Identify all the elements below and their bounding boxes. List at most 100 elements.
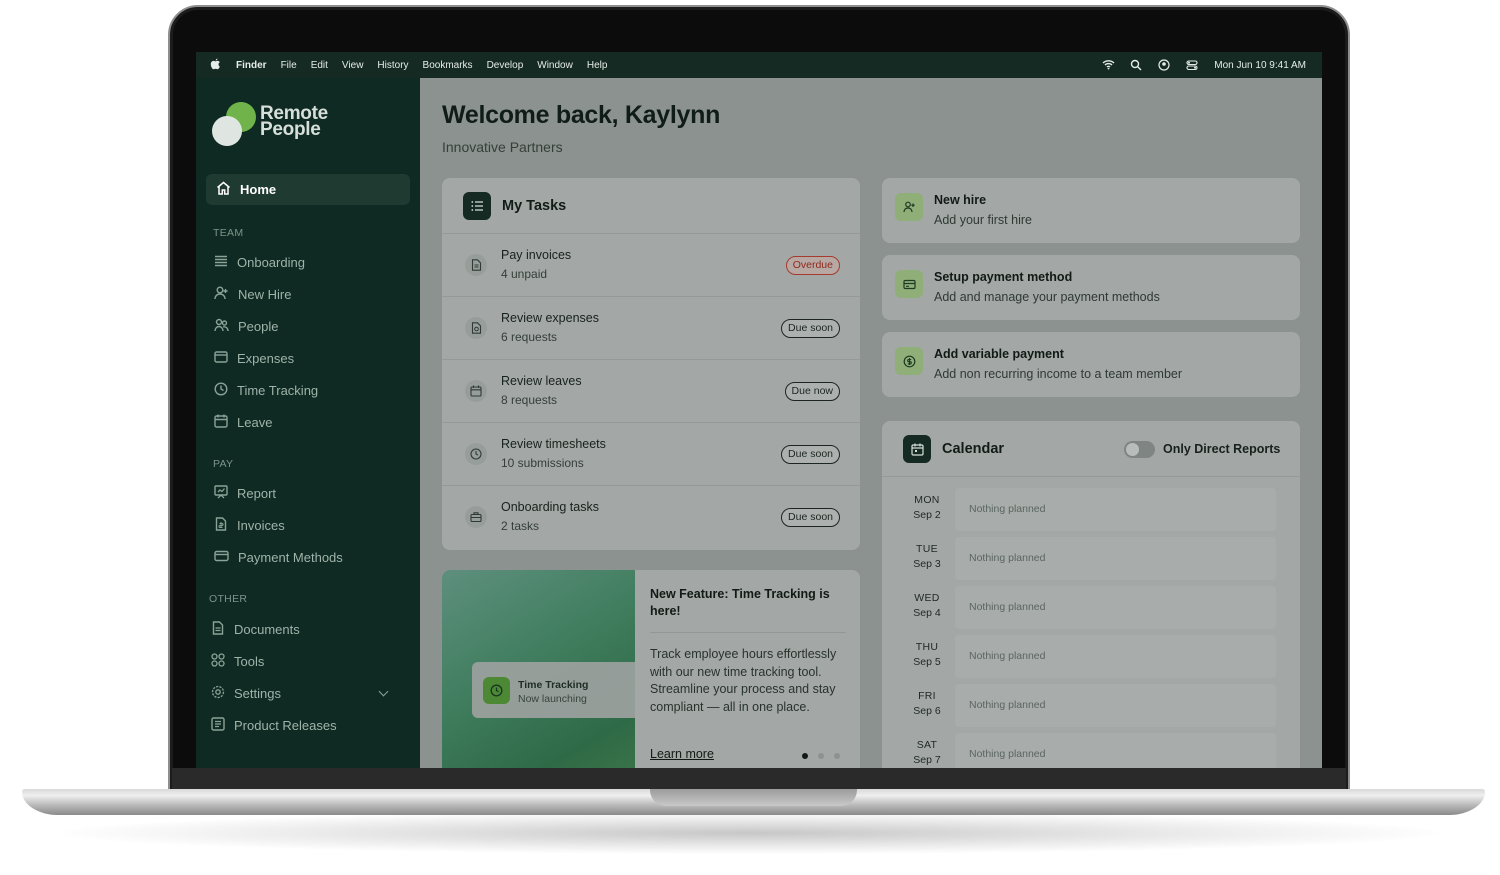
status-badge: Due soon [781, 508, 840, 527]
carousel-dot[interactable] [818, 753, 824, 759]
day-events[interactable]: Nothing planned [955, 684, 1276, 727]
task-name: Review expenses [501, 311, 599, 325]
day-events[interactable]: Nothing planned [955, 537, 1276, 580]
card-icon [214, 549, 229, 566]
sidebar-item-people[interactable]: People [214, 316, 278, 336]
menu-help[interactable]: Help [587, 60, 608, 71]
brand-logo[interactable]: Remote People [212, 102, 362, 152]
sidebar-item-invoices[interactable]: Invoices [214, 515, 285, 535]
menu-finder[interactable]: Finder [236, 60, 267, 71]
task-list-icon [463, 191, 491, 220]
my-tasks-card: My Tasks Pay invoices 4 unpaid Overdue R… [442, 178, 860, 550]
task-row[interactable]: Onboarding tasks 2 tasks Due soon [442, 486, 860, 549]
apple-icon[interactable] [210, 58, 222, 73]
learn-more-link[interactable]: Learn more [650, 747, 714, 761]
menu-file[interactable]: File [281, 60, 297, 71]
day-date: Sep 7 [913, 754, 941, 766]
sidebar-item-documents[interactable]: Documents [211, 619, 300, 639]
menu-history[interactable]: History [377, 60, 408, 71]
company-name: Innovative Partners [442, 139, 563, 155]
task-row[interactable]: Review expenses 6 requests Due soon [442, 297, 860, 360]
sidebar-item-onboarding[interactable]: Onboarding [214, 252, 305, 272]
sidebar-item-label: Tools [234, 653, 265, 669]
day-events[interactable]: Nothing planned [955, 586, 1276, 629]
my-tasks-title: My Tasks [502, 197, 567, 214]
feature-announcement-card: Time Tracking Now launching New Feature:… [442, 570, 860, 768]
day-name: WED [914, 592, 940, 604]
sidebar-item-product-releases[interactable]: Product Releases [211, 715, 337, 735]
carousel-dot[interactable] [834, 753, 840, 759]
sidebar-item-time-tracking[interactable]: Time Tracking [214, 380, 318, 400]
day-events[interactable]: Nothing planned [955, 488, 1276, 531]
direct-reports-label: Only Direct Reports [1163, 442, 1281, 456]
card-icon [895, 270, 923, 298]
status-badge: Due now [784, 382, 840, 401]
day-date: Sep 2 [913, 509, 941, 521]
menubar-clock[interactable]: Mon Jun 10 9:41 AM [1214, 60, 1306, 71]
releases-icon [211, 716, 225, 734]
menu-develop[interactable]: Develop [487, 60, 524, 71]
home-icon [216, 181, 231, 198]
sidebar-item-home[interactable]: Home [206, 174, 410, 205]
sidebar-item-leave[interactable]: Leave [214, 412, 272, 432]
expense-receipt-icon [465, 317, 487, 339]
sidebar-item-label: Leave [237, 414, 273, 430]
clock-icon [465, 443, 487, 465]
promo-tile: Time Tracking Now launching [472, 662, 635, 718]
chevron-down-icon[interactable] [378, 686, 389, 697]
task-row[interactable]: Pay invoices 4 unpaid Overdue [442, 234, 860, 297]
wifi-icon[interactable] [1102, 59, 1115, 71]
task-name: Review leaves [501, 374, 582, 388]
gear-icon [211, 685, 225, 702]
day-events[interactable]: Nothing planned [955, 733, 1276, 768]
sidebar-item-label: Product Releases [234, 717, 337, 733]
day-events[interactable]: Nothing planned [955, 635, 1276, 678]
menu-bookmarks[interactable]: Bookmarks [423, 60, 473, 71]
action-subtitle: Add and manage your payment methods [934, 290, 1160, 304]
task-row[interactable]: Review leaves 8 requests Due now [442, 360, 860, 423]
day-events-text: Nothing planned [969, 601, 1046, 613]
sidebar-item-payment-methods[interactable]: Payment Methods [214, 547, 343, 567]
setup-payment-method-card[interactable]: Setup payment method Add and manage your… [882, 255, 1300, 320]
sidebar-item-report[interactable]: Report [214, 483, 276, 503]
day-date: Sep 3 [913, 558, 941, 570]
direct-reports-toggle[interactable] [1124, 441, 1155, 458]
screen: Finder File Edit View History Bookmarks … [196, 52, 1322, 768]
laptop-notch [650, 789, 857, 806]
user-account-icon[interactable] [1158, 59, 1170, 71]
sidebar-item-new-hire[interactable]: New Hire [214, 284, 291, 304]
laptop-mockup: Finder File Edit View History Bookmarks … [0, 0, 1500, 875]
carousel-dot[interactable] [802, 753, 808, 759]
spotlight-search-icon[interactable] [1130, 59, 1142, 71]
sidebar-item-settings[interactable]: Settings [211, 683, 405, 703]
menu-window[interactable]: Window [537, 60, 573, 71]
day-events-text: Nothing planned [969, 503, 1046, 515]
sidebar-item-label: Onboarding [237, 254, 305, 270]
task-detail: 4 unpaid [501, 267, 548, 281]
day-events-text: Nothing planned [969, 650, 1046, 662]
sidebar-item-label: Invoices [237, 517, 285, 533]
promo-tile-title: Time Tracking [518, 679, 589, 691]
add-variable-payment-card[interactable]: Add variable payment Add non recurring i… [882, 332, 1300, 397]
sidebar-section-team: TEAM [213, 227, 244, 239]
expenses-icon [214, 350, 228, 367]
my-tasks-header: My Tasks [442, 178, 860, 234]
sidebar-item-tools[interactable]: Tools [211, 651, 264, 671]
sidebar-item-label: People [238, 318, 279, 334]
sidebar-item-label: Settings [234, 685, 281, 701]
task-detail: 6 requests [501, 330, 558, 344]
control-center-icon[interactable] [1186, 59, 1198, 71]
people-icon [214, 318, 229, 335]
task-row[interactable]: Review timesheets 10 submissions Due soo… [442, 423, 860, 486]
sidebar-item-label: Time Tracking [237, 382, 319, 398]
page-title: Welcome back, Kaylynn [442, 101, 721, 129]
menu-view[interactable]: View [342, 60, 364, 71]
menu-edit[interactable]: Edit [311, 60, 328, 71]
add-person-icon [895, 193, 923, 221]
new-hire-card[interactable]: New hire Add your first hire [882, 178, 1300, 243]
sidebar-item-label: Payment Methods [238, 549, 343, 565]
sidebar-item-expenses[interactable]: Expenses [214, 348, 294, 368]
calendar-card: Calendar Only Direct Reports MON Sep 2 N… [882, 421, 1300, 768]
calendar-day-row: WED Sep 4 Nothing planned [904, 586, 1278, 631]
calendar-day-row: SAT Sep 7 Nothing planned [904, 733, 1278, 768]
